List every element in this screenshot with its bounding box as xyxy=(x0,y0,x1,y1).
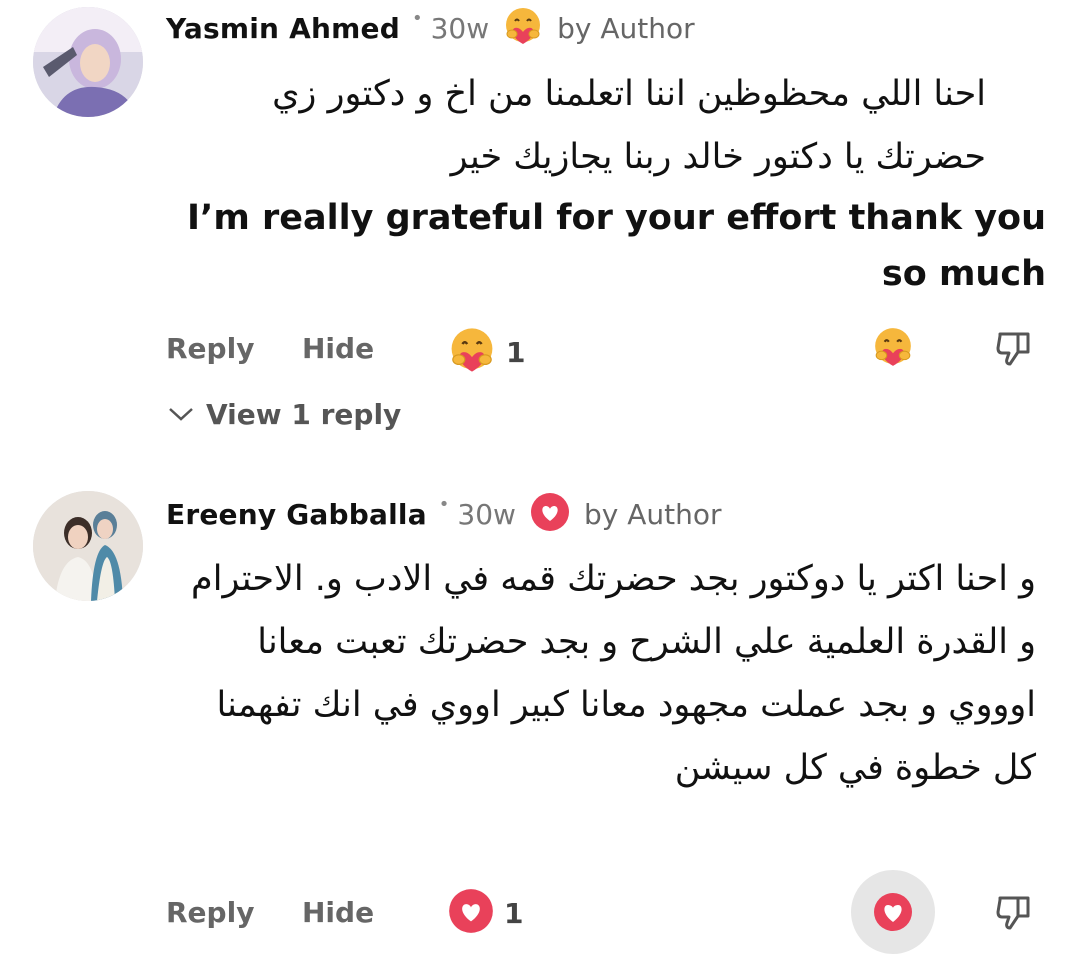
comment-meta: Yasmin Ahmed • 30w by Author xyxy=(166,8,695,48)
timestamp: 30w xyxy=(457,497,516,531)
heart-icon xyxy=(530,492,570,536)
thumbs-down-icon[interactable] xyxy=(992,326,1036,374)
heart-reaction-button[interactable] xyxy=(851,870,935,954)
comment-text-arabic: احنا اللي محظوظين اننا اتعلمنا من اخ و د… xyxy=(272,74,986,177)
reaction-count: 1 xyxy=(504,896,524,930)
reaction-count: 1 xyxy=(506,335,526,369)
author-name[interactable]: Yasmin Ahmed xyxy=(166,12,400,45)
hug-emoji-icon xyxy=(448,326,496,378)
comment-text-arabic: و احنا اكتر يا دوكتور بجد حضرتك قمه في ا… xyxy=(191,559,1036,788)
hug-emoji-icon xyxy=(503,6,543,50)
timestamp: 30w xyxy=(430,11,490,45)
comment-actions: Reply Hide 1 xyxy=(0,320,1080,380)
separator-dot: • xyxy=(411,7,423,29)
by-author-label: by Author xyxy=(583,497,722,531)
author-name[interactable]: Ereeny Gabballa xyxy=(166,498,427,531)
view-replies-button[interactable]: View 1 reply xyxy=(166,398,401,431)
chevron-down-icon xyxy=(166,398,196,431)
reply-button[interactable]: Reply xyxy=(166,896,254,929)
comment-text-english: I’m really grateful for your effort than… xyxy=(187,198,1046,294)
separator-dot: • xyxy=(438,493,450,515)
reaction-summary[interactable]: 1 xyxy=(448,888,523,938)
comment-meta: Ereeny Gabballa • 30w by Author xyxy=(166,492,722,536)
avatar[interactable] xyxy=(33,7,143,117)
hug-reaction-button[interactable] xyxy=(872,326,914,372)
hide-button[interactable]: Hide xyxy=(302,332,374,365)
by-author-label: by Author xyxy=(557,11,695,45)
heart-icon xyxy=(448,888,494,938)
hide-button[interactable]: Hide xyxy=(302,896,374,929)
reaction-summary[interactable]: 1 xyxy=(448,326,525,378)
view-replies-label: View 1 reply xyxy=(206,398,402,431)
comment-actions: Reply Hide 1 xyxy=(0,870,1080,954)
thumbs-down-icon[interactable] xyxy=(992,890,1036,938)
reply-button[interactable]: Reply xyxy=(166,332,254,365)
avatar[interactable] xyxy=(33,491,143,601)
